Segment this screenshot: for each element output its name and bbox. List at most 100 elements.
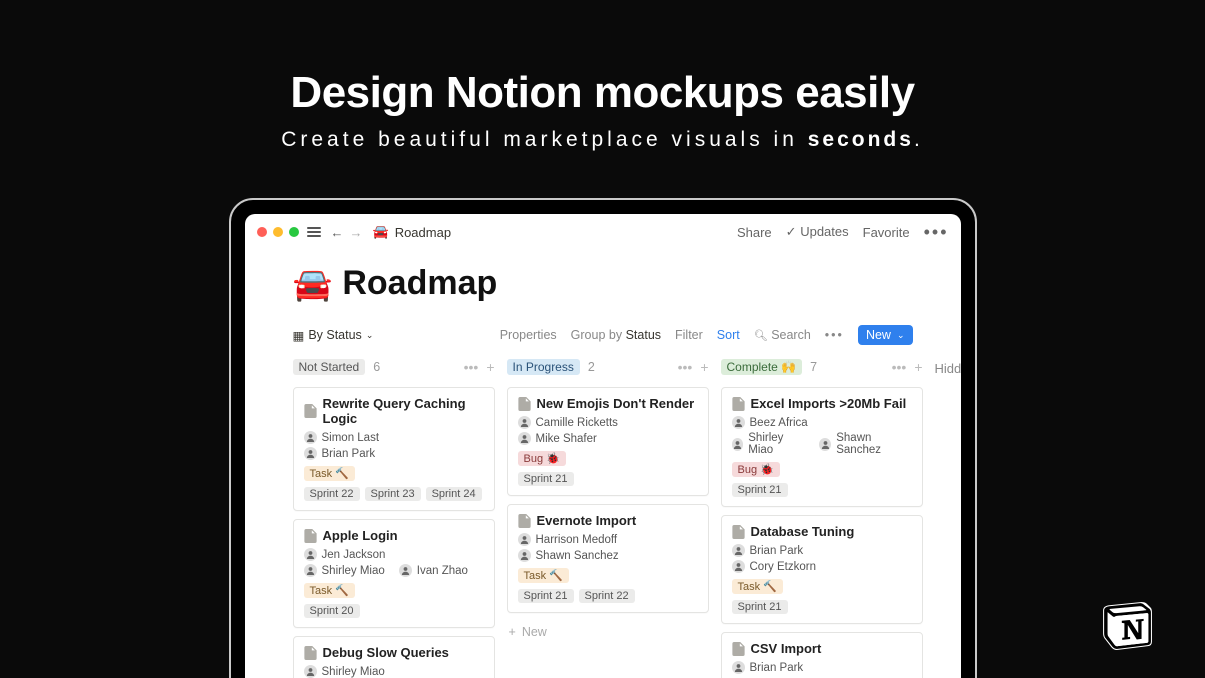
- minimize-window-icon[interactable]: [273, 227, 283, 237]
- page-icon: [304, 404, 317, 418]
- assignee: Shirley Miao: [732, 432, 806, 456]
- column-count: 2: [588, 360, 595, 374]
- board-card[interactable]: Excel Imports >20Mb FailBeez AfricaShirl…: [721, 387, 923, 507]
- toolbar-more-icon[interactable]: •••: [825, 328, 844, 342]
- avatar: [304, 548, 317, 561]
- more-menu-icon[interactable]: •••: [924, 223, 949, 241]
- board-card[interactable]: Evernote Import Harrison MedoffShawn Sanc…: [507, 504, 709, 613]
- type-tag: Task 🔨: [732, 579, 783, 594]
- assignee: Mike Shafer: [518, 432, 597, 445]
- column-header: Not Started 6 ••• +: [293, 359, 495, 375]
- filter-button[interactable]: Filter: [675, 328, 703, 342]
- assignee: Shawn Sanchez: [819, 432, 911, 456]
- column-status-tag[interactable]: Complete 🙌: [721, 359, 803, 375]
- board-card[interactable]: Rewrite Query Caching LogicSimon LastBri…: [293, 387, 495, 511]
- card-title: Database Tuning: [751, 524, 855, 539]
- avatar: [518, 549, 531, 562]
- avatar: [304, 431, 317, 444]
- sprint-tag: Sprint 22: [304, 487, 360, 501]
- assignee: Shirley Miao: [304, 665, 385, 678]
- assignee: Jen Jackson: [304, 548, 386, 561]
- card-assignees: Brian Park Cory Etzkorn: [732, 544, 912, 573]
- sprint-tag: Sprint 21: [518, 589, 574, 603]
- sort-button[interactable]: Sort: [717, 328, 740, 342]
- avatar: [399, 564, 412, 577]
- board-card[interactable]: Database Tuning Brian Park Cory Etzkorn Tas…: [721, 515, 923, 624]
- card-title: Evernote Import: [537, 513, 637, 528]
- column-more-icon[interactable]: •••: [678, 359, 693, 375]
- page-icon: [518, 514, 531, 528]
- chevron-down-icon: ⌄: [366, 330, 374, 341]
- sprint-tag: Sprint 22: [579, 589, 635, 603]
- properties-button[interactable]: Properties: [500, 328, 557, 342]
- updates-button[interactable]: ✓ Updates: [786, 224, 849, 240]
- type-tag: Task 🔨: [304, 583, 355, 598]
- view-picker[interactable]: ▦ By Status ⌄: [293, 328, 374, 343]
- window-controls: [257, 227, 299, 237]
- sprint-tag: Sprint 21: [732, 483, 788, 497]
- assignee: Ivan Zhao: [399, 564, 468, 577]
- column-status-tag[interactable]: Not Started: [293, 359, 366, 375]
- card-assignees: Simon LastBrian Park: [304, 431, 484, 460]
- page-icon: [304, 646, 317, 660]
- search-icon: 🔍︎: [754, 330, 768, 342]
- favorite-button[interactable]: Favorite: [863, 225, 910, 240]
- new-button[interactable]: New ⌄: [858, 325, 913, 345]
- card-assignees: Harrison MedoffShawn Sanchez: [518, 533, 698, 562]
- assignee: Beez Africa: [732, 416, 808, 429]
- board-card[interactable]: New Emojis Don't RenderCamille RickettsM…: [507, 387, 709, 496]
- board-column: In Progress 2 ••• + New Emojis Don't RenderC…: [507, 359, 709, 678]
- page-title[interactable]: Roadmap: [342, 264, 497, 303]
- new-card-button[interactable]: +New: [507, 621, 709, 643]
- card-title: Apple Login: [323, 528, 398, 543]
- avatar: [304, 665, 317, 678]
- assignee: Brian Park: [732, 544, 804, 557]
- maximize-window-icon[interactable]: [289, 227, 299, 237]
- board-card[interactable]: Apple Login Jen Jackson Shirley Miao Ivan Z…: [293, 519, 495, 628]
- column-more-icon[interactable]: •••: [892, 359, 907, 375]
- sprint-tag: Sprint 24: [426, 487, 482, 501]
- column-count: 7: [810, 360, 817, 374]
- assignee: Simon Last: [304, 431, 380, 444]
- card-title: CSV Import: [751, 641, 822, 656]
- breadcrumb-label: Roadmap: [395, 225, 451, 240]
- column-add-icon[interactable]: +: [486, 359, 494, 375]
- page-icon: [732, 397, 745, 411]
- nav-back-icon[interactable]: ←: [331, 225, 344, 240]
- column-header: In Progress 2 ••• +: [507, 359, 709, 375]
- assignee: Shawn Sanchez: [518, 549, 619, 562]
- card-assignees: Beez Africa Shirley Miao Shawn Sanchez: [732, 416, 912, 456]
- column-header: Complete 🙌 7 ••• +: [721, 359, 923, 375]
- close-window-icon[interactable]: [257, 227, 267, 237]
- column-add-icon[interactable]: +: [914, 359, 922, 375]
- group-by-button[interactable]: Group by Status: [571, 328, 661, 342]
- assignee: Cory Etzkorn: [732, 560, 816, 573]
- column-status-tag[interactable]: In Progress: [507, 359, 580, 375]
- breadcrumb-emoji: 🚘: [373, 224, 389, 240]
- board-card[interactable]: CSV ImportBrian Park: [721, 632, 923, 678]
- top-actions: Share ✓ Updates Favorite •••: [737, 223, 949, 241]
- page-icon: [732, 642, 745, 656]
- search-button[interactable]: 🔍︎ Search: [754, 328, 811, 342]
- chevron-down-icon: ⌄: [897, 330, 905, 341]
- hero-subtitle: Create beautiful marketplace visuals in …: [0, 128, 1205, 152]
- page-icon: [304, 529, 317, 543]
- board-view-icon: ▦: [293, 328, 305, 343]
- page-emoji[interactable]: 🚘: [293, 265, 333, 303]
- sidebar-toggle-icon[interactable]: [307, 227, 321, 237]
- hidden-column-fragment: Hidd: [935, 359, 961, 678]
- nav-forward-icon[interactable]: →: [350, 225, 363, 240]
- card-title: Debug Slow Queries: [323, 645, 449, 660]
- assignee: Shirley Miao: [304, 564, 385, 577]
- column-count: 6: [373, 360, 380, 374]
- breadcrumb[interactable]: 🚘 Roadmap: [373, 224, 452, 240]
- avatar: [518, 533, 531, 546]
- column-add-icon[interactable]: +: [700, 359, 708, 375]
- type-tag: Bug 🐞: [732, 462, 780, 477]
- topbar: ← → 🚘 Roadmap Share ✓ Updates Favorite •…: [245, 214, 961, 250]
- card-assignees: Camille RickettsMike Shafer: [518, 416, 698, 445]
- column-more-icon[interactable]: •••: [464, 359, 479, 375]
- share-button[interactable]: Share: [737, 225, 772, 240]
- board-card[interactable]: Debug Slow QueriesShirley MiaoLeslie Jen…: [293, 636, 495, 678]
- type-tag: Bug 🐞: [518, 451, 566, 466]
